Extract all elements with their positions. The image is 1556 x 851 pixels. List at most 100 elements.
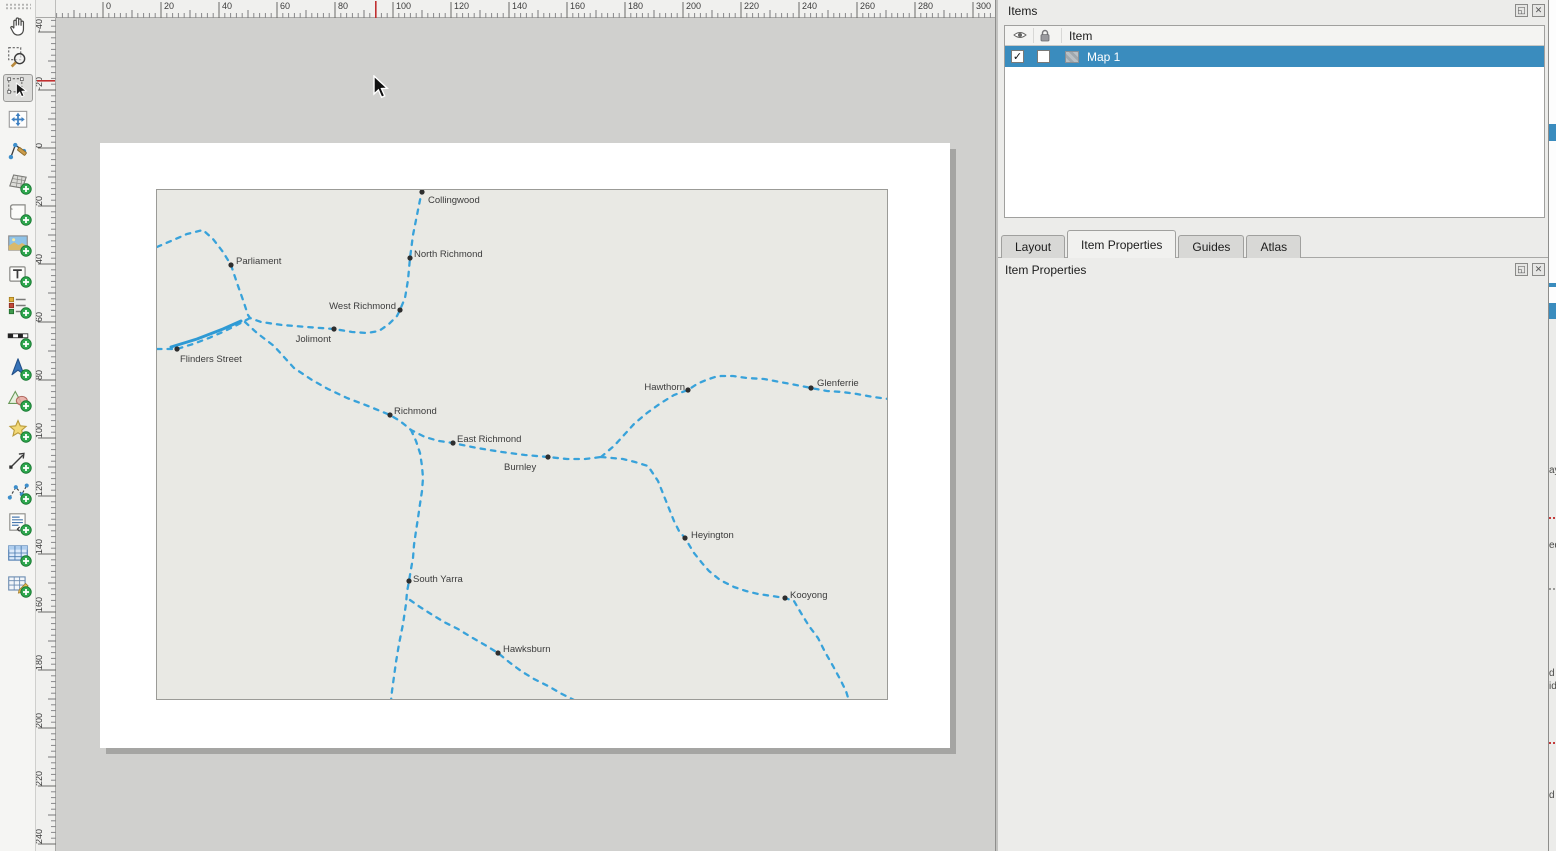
move-item-content-button[interactable] bbox=[3, 105, 33, 133]
horizontal-ruler-scale: 0204060801001201401601802002202402602803… bbox=[56, 0, 995, 18]
background-window-fragment bbox=[1549, 283, 1556, 287]
lock-checkbox[interactable] bbox=[1037, 50, 1050, 63]
items-tree-row-map1[interactable]: ✓ Map 1 bbox=[1005, 46, 1544, 67]
pan-layout-button[interactable] bbox=[3, 12, 33, 40]
item-row-label: Map 1 bbox=[1087, 50, 1120, 64]
background-window-fragment bbox=[1549, 124, 1556, 141]
station-label: South Yarra bbox=[413, 574, 464, 585]
map-item-map1[interactable]: CollingwoodParliamentNorth RichmondWest … bbox=[156, 189, 888, 700]
right-dock: Items ◱ ✕ Item ✓ bbox=[998, 0, 1548, 851]
pan-layout-icon bbox=[6, 14, 30, 38]
station-marker bbox=[228, 262, 233, 267]
svg-text:240: 240 bbox=[802, 1, 817, 11]
station-label: Jolimont bbox=[296, 334, 332, 345]
background-window-fragment: id bbox=[1549, 681, 1556, 692]
svg-text:80: 80 bbox=[338, 1, 348, 11]
svg-text:80: 80 bbox=[36, 370, 44, 380]
station-marker bbox=[419, 190, 424, 195]
rail-line-south-yarra-line bbox=[391, 430, 423, 699]
rail-line-heyington-kooyong bbox=[601, 457, 849, 699]
add-label-button[interactable] bbox=[3, 260, 33, 288]
mouse-cursor bbox=[373, 75, 391, 101]
item-properties-close-icon[interactable]: ✕ bbox=[1532, 263, 1545, 276]
svg-text:120: 120 bbox=[454, 1, 469, 11]
background-window-fragment: ed bbox=[1549, 540, 1556, 551]
svg-text:160: 160 bbox=[36, 597, 44, 612]
svg-text:-40: -40 bbox=[36, 19, 44, 32]
add-plus-badge bbox=[20, 586, 32, 598]
add-plus-badge bbox=[20, 524, 32, 536]
add-plus-badge bbox=[20, 214, 32, 226]
add-fixed-table-button[interactable] bbox=[3, 570, 33, 598]
svg-text:300: 300 bbox=[976, 1, 991, 11]
items-tree: Item ✓ Map 1 bbox=[1004, 25, 1545, 218]
item-properties-titlebar: Item Properties ◱ ✕ bbox=[998, 261, 1548, 281]
visibility-checkbox[interactable]: ✓ bbox=[1011, 50, 1024, 63]
station-marker bbox=[174, 346, 179, 351]
layout-canvas[interactable]: CollingwoodParliamentNorth RichmondWest … bbox=[56, 18, 995, 851]
svg-text:200: 200 bbox=[36, 713, 44, 728]
add-plus-badge bbox=[20, 183, 32, 195]
add-html-button[interactable] bbox=[3, 508, 33, 536]
railway-map-graphic: CollingwoodParliamentNorth RichmondWest … bbox=[157, 190, 887, 699]
toolbar-grip-handle[interactable] bbox=[5, 3, 31, 10]
horizontal-ruler[interactable]: 0204060801001201401601802002202402602803… bbox=[56, 0, 995, 18]
station-marker bbox=[495, 650, 500, 655]
add-north-arrow-button[interactable] bbox=[3, 353, 33, 381]
vertical-ruler[interactable]: -40-20020406080100120140160180200220240 bbox=[36, 18, 56, 851]
station-marker bbox=[407, 255, 412, 260]
item-properties-float-icon[interactable]: ◱ bbox=[1515, 263, 1528, 276]
station-label: Kooyong bbox=[790, 590, 828, 601]
add-shape-button[interactable] bbox=[3, 384, 33, 412]
add-scale-bar-button[interactable] bbox=[3, 322, 33, 350]
add-plus-badge bbox=[20, 555, 32, 567]
tab-item-properties[interactable]: Item Properties bbox=[1067, 230, 1176, 258]
ruler-corner bbox=[36, 0, 56, 18]
items-panel-title: Items bbox=[1008, 4, 1037, 18]
edit-nodes-item-icon bbox=[6, 138, 30, 162]
add-3d-map-button[interactable] bbox=[3, 167, 33, 195]
edit-nodes-item-button[interactable] bbox=[3, 136, 33, 164]
visibility-column-eye-icon bbox=[1013, 29, 1027, 41]
add-legend-button[interactable] bbox=[3, 291, 33, 319]
svg-text:220: 220 bbox=[36, 771, 44, 786]
tab-atlas[interactable]: Atlas bbox=[1246, 235, 1301, 258]
items-panel-float-icon[interactable]: ◱ bbox=[1515, 4, 1528, 17]
add-plus-badge bbox=[20, 462, 32, 474]
svg-text:100: 100 bbox=[396, 1, 411, 11]
station-label: Heyington bbox=[691, 530, 734, 541]
svg-text:20: 20 bbox=[36, 196, 44, 206]
station-marker bbox=[331, 326, 336, 331]
station-marker bbox=[685, 387, 690, 392]
station-marker bbox=[682, 535, 687, 540]
station-label: East Richmond bbox=[457, 434, 521, 445]
svg-text:0: 0 bbox=[36, 143, 44, 148]
svg-text:60: 60 bbox=[36, 312, 44, 322]
station-label: Parliament bbox=[236, 256, 282, 267]
zoom-button[interactable] bbox=[3, 43, 33, 71]
add-attribute-table-button[interactable] bbox=[3, 539, 33, 567]
tab-guides[interactable]: Guides bbox=[1178, 235, 1244, 258]
svg-text:180: 180 bbox=[36, 655, 44, 670]
add-map-button[interactable] bbox=[3, 198, 33, 226]
station-label: Collingwood bbox=[428, 195, 480, 206]
add-node-item-button[interactable] bbox=[3, 477, 33, 505]
add-arrow-button[interactable] bbox=[3, 446, 33, 474]
background-window-fragment bbox=[1549, 588, 1556, 590]
svg-text:140: 140 bbox=[512, 1, 527, 11]
properties-tabbar: LayoutItem PropertiesGuidesAtlas bbox=[1001, 230, 1301, 258]
column-separator bbox=[1033, 28, 1034, 43]
station-label: Hawthorn bbox=[644, 382, 685, 393]
background-window-fragment bbox=[1549, 303, 1556, 319]
background-window-white-area bbox=[1549, 0, 1556, 310]
items-panel-titlebar: Items ◱ ✕ bbox=[998, 0, 1548, 22]
station-marker bbox=[397, 307, 402, 312]
add-picture-button[interactable] bbox=[3, 229, 33, 257]
svg-text:160: 160 bbox=[570, 1, 585, 11]
add-marker-button[interactable] bbox=[3, 415, 33, 443]
items-panel-close-icon[interactable]: ✕ bbox=[1532, 4, 1545, 17]
select-move-item-button[interactable] bbox=[3, 74, 33, 102]
station-marker bbox=[545, 454, 550, 459]
tab-layout[interactable]: Layout bbox=[1001, 235, 1065, 258]
svg-text:0: 0 bbox=[106, 1, 111, 11]
